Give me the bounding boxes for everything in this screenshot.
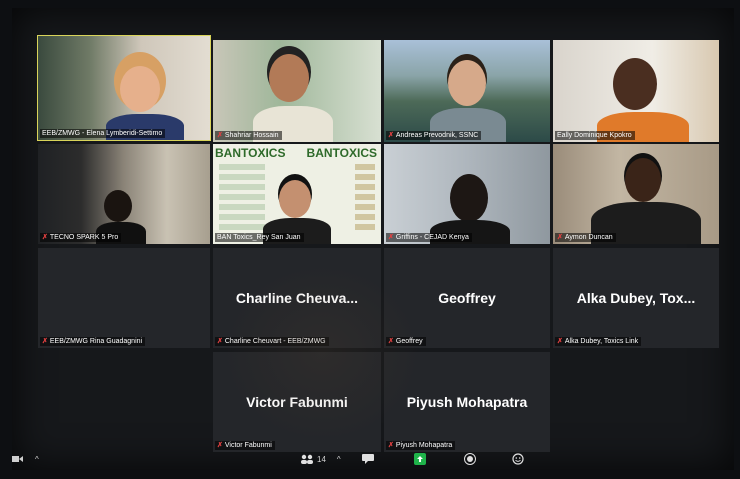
participant-name: Eally Dominique Kpokro bbox=[557, 132, 632, 139]
participant-name: Charline Cheuvart - EEB/ZMWG bbox=[224, 338, 326, 345]
zoom-screen: EEB/ZMWG - Elena Lymberidi-Settimo ✗ Shah… bbox=[12, 8, 734, 470]
participant-nameplate: ✗ Alka Dubey, Toxics Link bbox=[555, 337, 642, 346]
video-tile-11[interactable]: Geoffrey ✗ Geoffrey bbox=[384, 248, 550, 348]
participant-name: BAN Toxics_Rey San Juan bbox=[217, 234, 301, 241]
chevron-up-icon[interactable]: ^ bbox=[35, 455, 39, 464]
participant-name: Geoffrey bbox=[395, 338, 423, 345]
video-tile-13[interactable]: Victor Fabunmi ✗ Victor Fabunmi bbox=[213, 352, 381, 452]
participants-icon bbox=[301, 454, 313, 464]
video-tile-7[interactable]: ✗ Griffins - CEJAD Kenya bbox=[384, 144, 550, 244]
participant-nameplate: BAN Toxics_Rey San Juan bbox=[215, 233, 304, 242]
participant-display-name: Piyush Mohapatra bbox=[406, 394, 528, 410]
participant-nameplate: ✗ Piyush Mohapatra bbox=[386, 441, 456, 450]
video-tile-10[interactable]: Charline Cheuva... ✗ Charline Cheuvart - … bbox=[213, 248, 381, 348]
participants-button[interactable]: 14 ^ bbox=[300, 454, 341, 464]
video-tile-1[interactable]: EEB/ZMWG - Elena Lymberidi-Settimo bbox=[37, 35, 211, 141]
participant-nameplate: ✗ Geoffrey bbox=[386, 337, 426, 346]
video-tile-5[interactable]: ✗ TECNO SPARK 5 Pro bbox=[38, 144, 210, 244]
video-icon[interactable]: ^ bbox=[12, 454, 39, 464]
participant-name: Piyush Mohapatra bbox=[395, 442, 453, 449]
mic-muted-icon: ✗ bbox=[388, 132, 394, 139]
participant-nameplate: ✗ Andreas Prevodnik, SSNC bbox=[386, 131, 482, 140]
mic-muted-icon: ✗ bbox=[217, 132, 223, 139]
mic-muted-icon: ✗ bbox=[217, 338, 223, 345]
meeting-toolbar: ^ 14 ^ bbox=[12, 450, 734, 470]
participant-nameplate: ✗ Victor Fabunmi bbox=[215, 441, 275, 450]
reactions-icon[interactable] bbox=[512, 453, 524, 465]
participant-nameplate: ✗ EEB/ZMWG Rina Guadagnini bbox=[40, 337, 146, 346]
participant-display-name bbox=[38, 248, 210, 348]
participant-name: Victor Fabunmi bbox=[224, 442, 272, 449]
mic-muted-icon: ✗ bbox=[42, 338, 48, 345]
participant-display-name: Victor Fabunmi bbox=[246, 394, 348, 410]
mic-muted-icon: ✗ bbox=[557, 234, 563, 241]
mic-muted-icon: ✗ bbox=[42, 234, 48, 241]
mic-muted-icon: ✗ bbox=[388, 442, 394, 449]
participant-name: Andreas Prevodnik, SSNC bbox=[395, 132, 479, 139]
participants-count: 14 bbox=[317, 454, 326, 464]
video-tile-2[interactable]: ✗ Shahriar Hossain bbox=[213, 40, 381, 142]
video-tile-6[interactable]: BANTOXICS BANTOXICS BAN Toxics_Rey San J… bbox=[213, 144, 381, 244]
record-icon[interactable] bbox=[464, 453, 476, 465]
participant-nameplate: ✗ TECNO SPARK 5 Pro bbox=[40, 233, 122, 242]
participant-name: EEB/ZMWG Rina Guadagnini bbox=[49, 338, 143, 345]
video-tile-8[interactable]: ✗ Aymon Duncan bbox=[553, 144, 719, 244]
participant-display-name: Geoffrey bbox=[438, 290, 496, 306]
ban-toxics-banner-left: BANTOXICS bbox=[215, 146, 286, 160]
share-screen-icon[interactable] bbox=[414, 453, 426, 465]
ban-toxics-banner-right: BANTOXICS bbox=[306, 146, 377, 160]
participant-nameplate: ✗ Charline Cheuvart - EEB/ZMWG bbox=[215, 337, 329, 346]
video-tile-12[interactable]: Alka Dubey, Tox... ✗ Alka Dubey, Toxics L… bbox=[553, 248, 719, 348]
chevron-up-icon[interactable]: ^ bbox=[337, 455, 341, 464]
mic-muted-icon: ✗ bbox=[557, 338, 563, 345]
participant-nameplate: EEB/ZMWG - Elena Lymberidi-Settimo bbox=[40, 129, 166, 138]
mic-muted-icon: ✗ bbox=[388, 338, 394, 345]
participant-nameplate: ✗ Aymon Duncan bbox=[555, 233, 616, 242]
mic-muted-icon: ✗ bbox=[388, 234, 394, 241]
video-tile-4[interactable]: Eally Dominique Kpokro bbox=[553, 40, 719, 142]
participant-nameplate: ✗ Shahriar Hossain bbox=[215, 131, 282, 140]
participant-name: EEB/ZMWG - Elena Lymberidi-Settimo bbox=[42, 130, 163, 137]
video-tile-14[interactable]: Piyush Mohapatra ✗ Piyush Mohapatra bbox=[384, 352, 550, 452]
participant-nameplate: ✗ Griffins - CEJAD Kenya bbox=[386, 233, 472, 242]
participant-name: TECNO SPARK 5 Pro bbox=[49, 234, 119, 241]
participant-name: Alka Dubey, Toxics Link bbox=[564, 338, 639, 345]
video-tile-3[interactable]: ✗ Andreas Prevodnik, SSNC bbox=[384, 40, 550, 142]
mic-muted-icon: ✗ bbox=[217, 442, 223, 449]
participant-name: Griffins - CEJAD Kenya bbox=[395, 234, 469, 241]
participant-display-name: Charline Cheuva... bbox=[235, 290, 359, 306]
participant-name: Shahriar Hossain bbox=[224, 132, 279, 139]
video-tile-9[interactable]: ✗ EEB/ZMWG Rina Guadagnini bbox=[38, 248, 210, 348]
participant-display-name: Alka Dubey, Tox... bbox=[576, 290, 696, 306]
participant-nameplate: Eally Dominique Kpokro bbox=[555, 131, 635, 140]
participant-name: Aymon Duncan bbox=[564, 234, 613, 241]
chat-icon[interactable] bbox=[362, 454, 374, 464]
